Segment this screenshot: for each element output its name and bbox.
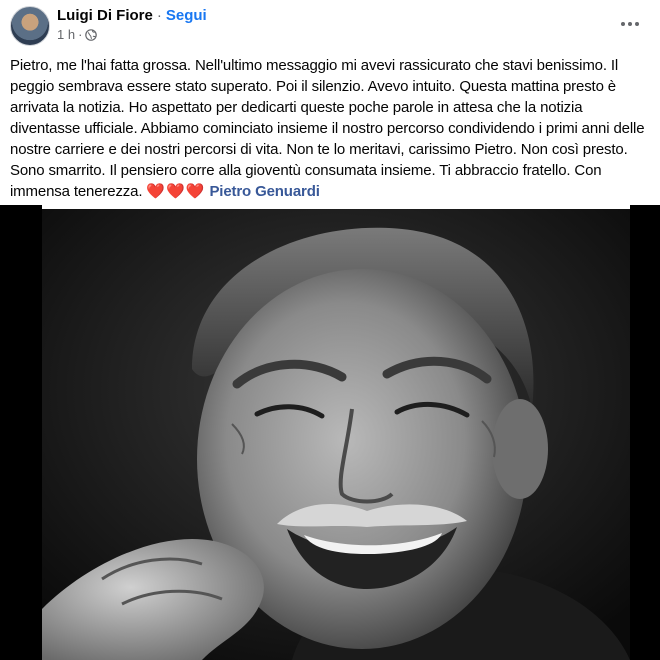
post-text-line: arrivata la notizia. Ho aspettato per de… [10, 99, 583, 116]
meta-separator: · [78, 27, 83, 42]
heart-emojis: ❤️❤️❤️ [146, 183, 206, 200]
post-text-line: Sono smarrito. Il pensiero corre alla gi… [10, 162, 602, 179]
author-avatar[interactable] [10, 6, 50, 46]
post-meta: 1 h · [57, 27, 98, 42]
post-text-line: peggio sembrava essere stato superato. P… [10, 78, 616, 95]
portrait-photo[interactable] [42, 209, 630, 660]
portrait-illustration [42, 209, 630, 660]
post-message: Pietro, me l'hai fatta grossa. Nell'ulti… [10, 55, 658, 202]
post-photo-frame [0, 205, 660, 660]
author-name[interactable]: Luigi Di Fiore [57, 7, 153, 24]
post-text-last-line: immensa tenerezza. ❤️❤️❤️ Pietro Genuard… [10, 181, 658, 202]
tagged-person-link[interactable]: Pietro Genuardi [209, 183, 319, 200]
post-text-line: Pietro, me l'hai fatta grossa. Nell'ulti… [10, 57, 619, 74]
globe-icon[interactable] [85, 28, 98, 41]
post-timestamp[interactable]: 1 h [57, 27, 75, 42]
follow-button[interactable]: Segui [166, 7, 207, 24]
post-text-line: diventasse ufficiale. Abbiamo cominciato… [10, 120, 645, 137]
more-options-button[interactable] [614, 8, 646, 40]
post-header: Luigi Di Fiore · Segui 1 h · [0, 0, 660, 48]
author-separator: · [156, 7, 162, 24]
more-horizontal-icon [621, 22, 639, 26]
post-text-line: nostre carriere e dei nostri percorsi di… [10, 141, 628, 158]
post-text-line: immensa tenerezza. [10, 183, 143, 200]
author-line: Luigi Di Fiore · Segui [57, 7, 207, 24]
facebook-post: Luigi Di Fiore · Segui 1 h · Pietro, me l'… [0, 0, 660, 660]
